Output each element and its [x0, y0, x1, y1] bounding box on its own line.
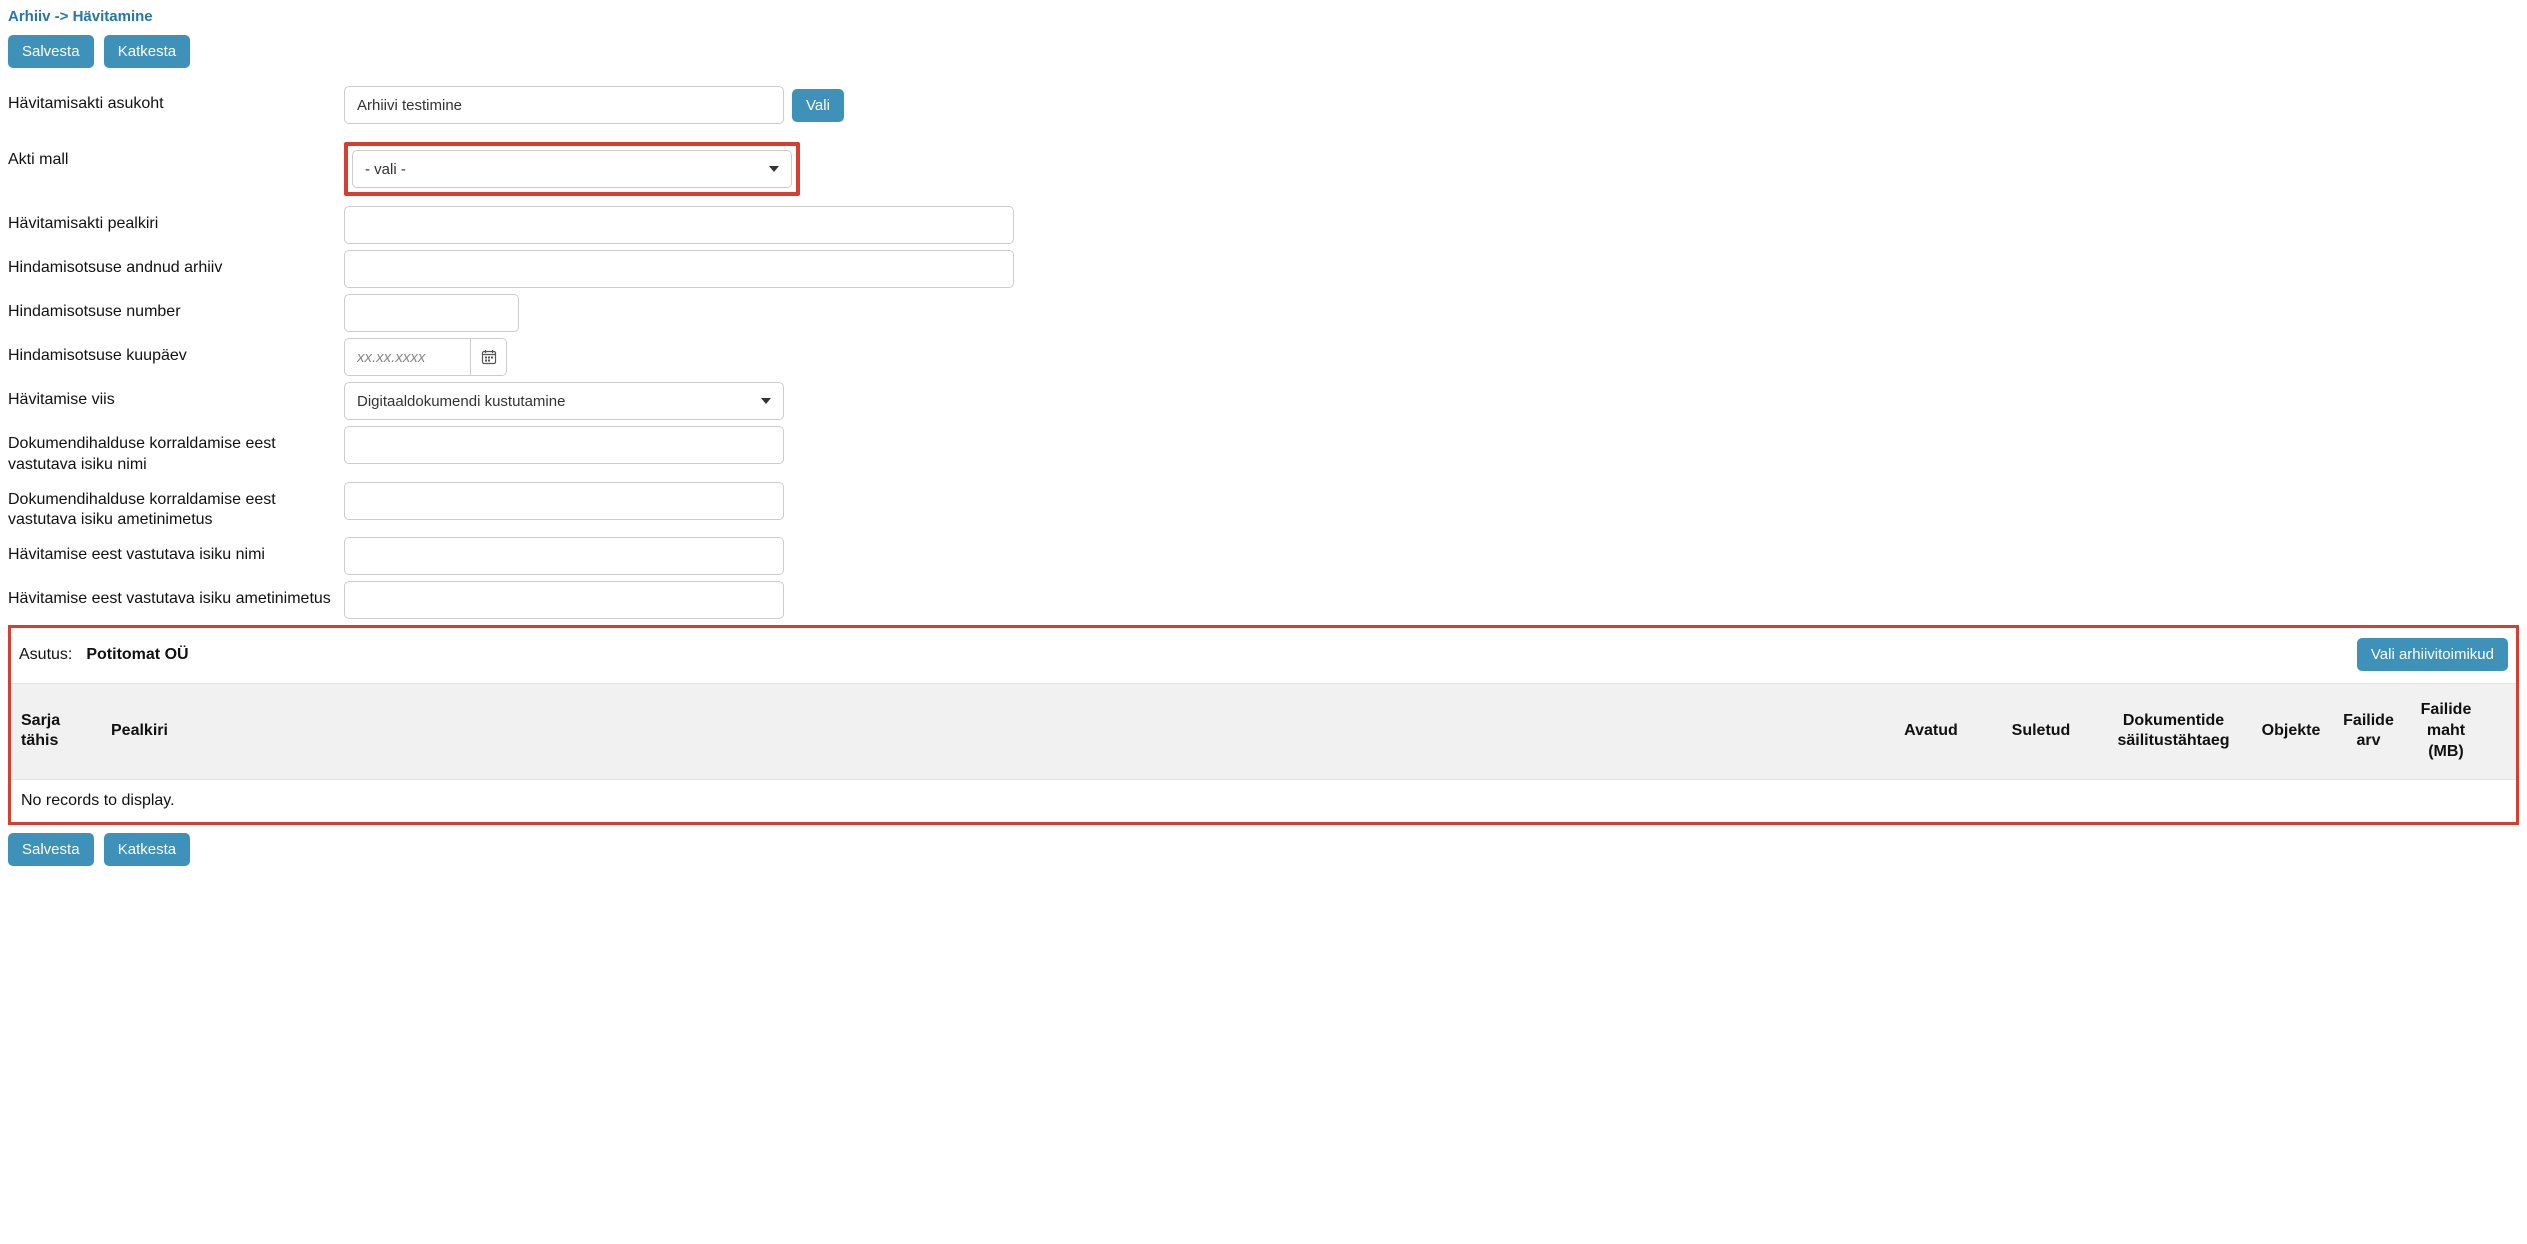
- label-dok-nimi: Dokumendihalduse korraldamise eest vastu…: [8, 426, 344, 476]
- vali-button[interactable]: Vali: [792, 89, 844, 122]
- col-failide-arv[interactable]: Failide arv: [2331, 684, 2406, 779]
- input-dok-nimi[interactable]: [344, 426, 784, 464]
- label-asukoht: Hävitamisakti asukoht: [8, 86, 344, 115]
- label-hav-amet: Hävitamise eest vastutava isiku ametinim…: [8, 581, 344, 610]
- no-records-text: No records to display.: [11, 779, 2516, 822]
- label-mall: Akti mall: [8, 142, 344, 171]
- input-dok-amet[interactable]: [344, 482, 784, 520]
- input-pealkiri[interactable]: [344, 206, 1014, 244]
- input-number[interactable]: [344, 294, 519, 332]
- date-wrap: [344, 338, 507, 376]
- input-asukoht[interactable]: [344, 86, 784, 124]
- breadcrumb[interactable]: Arhiiv -> Hävitamine: [8, 8, 2519, 25]
- calendar-button[interactable]: [470, 339, 506, 375]
- col-avatud[interactable]: Avatud: [1876, 684, 1986, 779]
- input-hav-nimi[interactable]: [344, 537, 784, 575]
- select-mall[interactable]: - vali -: [352, 150, 792, 188]
- select-viis[interactable]: Digitaaldokumendi kustutamine: [344, 382, 784, 420]
- col-sarja-tahis[interactable]: Sarja tähis: [11, 684, 101, 779]
- save-button-bottom[interactable]: Salvesta: [8, 833, 94, 866]
- asutus-label: Asutus:: [19, 646, 72, 664]
- label-hav-nimi: Hävitamise eest vastutava isiku nimi: [8, 537, 344, 566]
- cancel-button-bottom[interactable]: Katkesta: [104, 833, 190, 866]
- col-pealkiri[interactable]: Pealkiri: [101, 684, 1876, 779]
- label-kuupaev: Hindamisotsuse kuupäev: [8, 338, 344, 367]
- bottom-button-row: Salvesta Katkesta: [8, 833, 2519, 866]
- highlight-akti-mall: - vali -: [344, 142, 800, 196]
- save-button[interactable]: Salvesta: [8, 35, 94, 68]
- col-blank: [2486, 684, 2516, 779]
- input-arhiiv[interactable]: [344, 250, 1014, 288]
- label-dok-amet: Dokumendihalduse korraldamise eest vastu…: [8, 482, 344, 532]
- asutus-value: Potitomat OÜ: [86, 646, 188, 664]
- col-suletud[interactable]: Suletud: [1986, 684, 2096, 779]
- table-section-highlight: Asutus: Potitomat OÜ Vali arhiivitoimiku…: [8, 625, 2519, 824]
- col-sailitustahtaeg[interactable]: Dokumentide säilitustähtaeg: [2096, 684, 2251, 779]
- calendar-icon: [481, 349, 497, 365]
- input-kuupaev[interactable]: [345, 339, 470, 375]
- label-arhiiv: Hindamisotsuse andnud arhiiv: [8, 250, 344, 279]
- label-number: Hindamisotsuse number: [8, 294, 344, 323]
- vali-arhiivitoimikud-button[interactable]: Vali arhiivitoimikud: [2357, 638, 2508, 671]
- input-hav-amet[interactable]: [344, 581, 784, 619]
- top-button-row: Salvesta Katkesta: [8, 35, 2519, 68]
- records-table: Sarja tähis Pealkiri Avatud Suletud Doku…: [11, 683, 2516, 821]
- col-objekte[interactable]: Objekte: [2251, 684, 2331, 779]
- label-viis: Hävitamise viis: [8, 382, 344, 411]
- table-empty-row: No records to display.: [11, 779, 2516, 822]
- col-failide-maht[interactable]: Failide maht (MB): [2406, 684, 2486, 779]
- label-pealkiri: Hävitamisakti pealkiri: [8, 206, 344, 235]
- cancel-button[interactable]: Katkesta: [104, 35, 190, 68]
